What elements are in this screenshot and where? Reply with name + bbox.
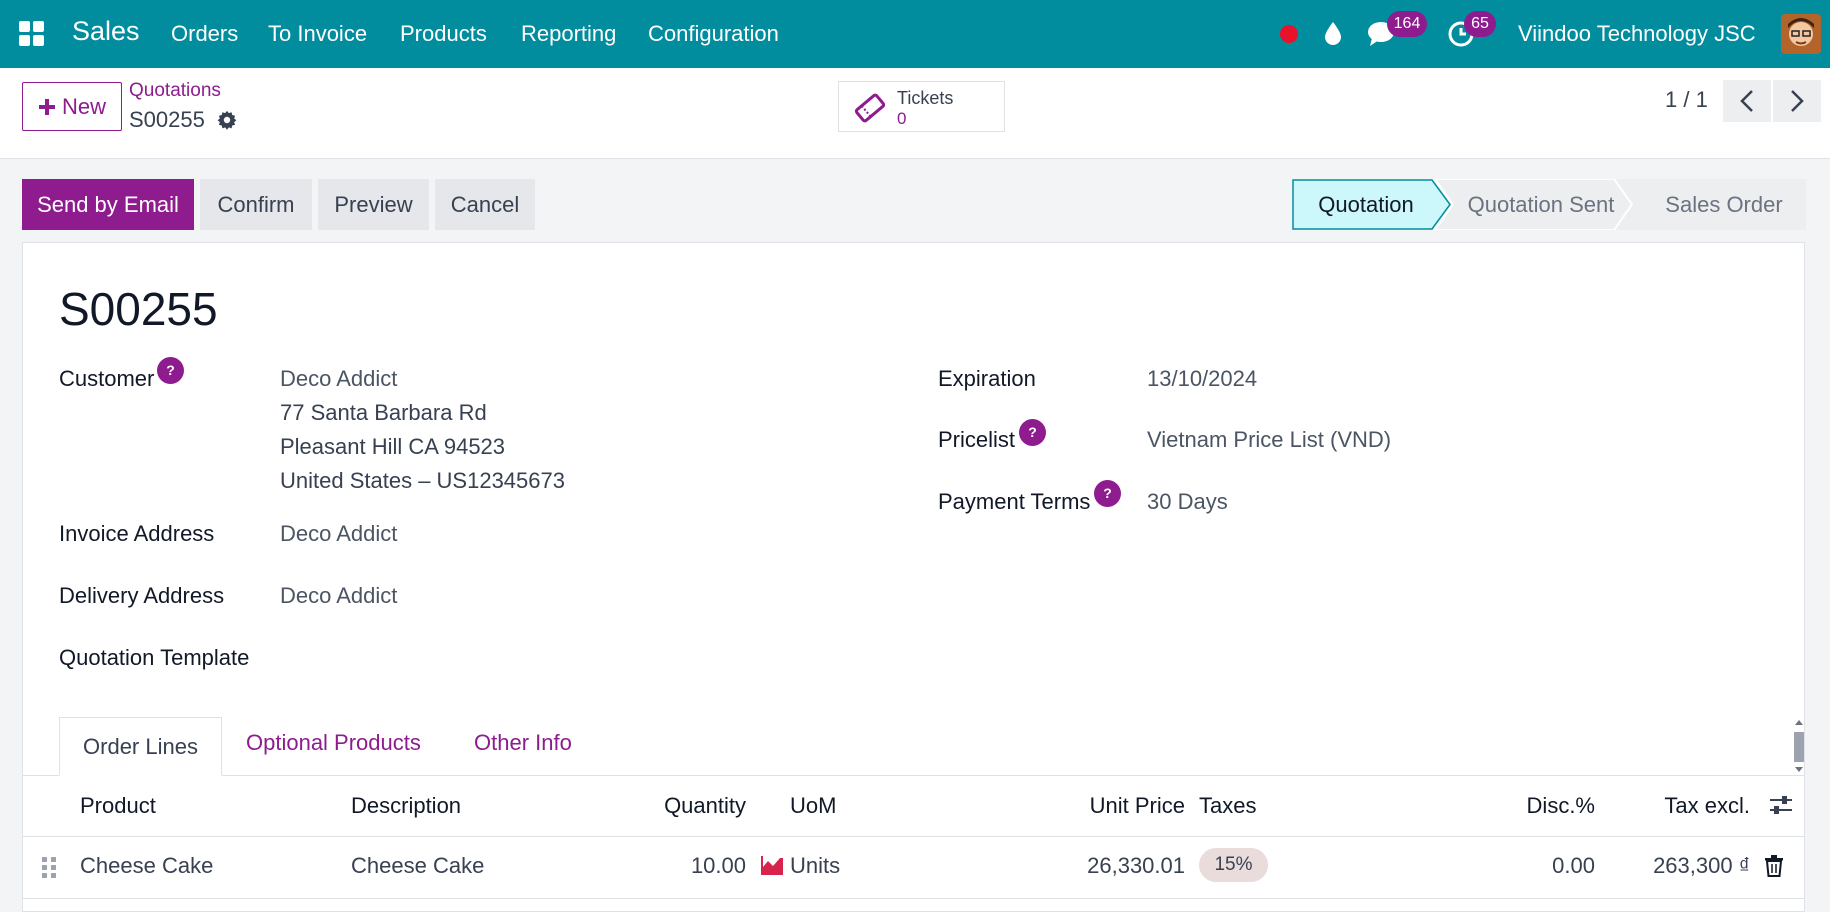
main-navbar: Sales Orders To Invoice Products Reporti… — [0, 0, 1830, 68]
tabs-divider — [22, 775, 1805, 776]
record-dot-icon[interactable] — [1278, 23, 1300, 45]
menu-to-invoice[interactable]: To Invoice — [268, 21, 367, 47]
cell-quantity[interactable]: 10.00 — [600, 853, 746, 879]
tab-other-info[interactable]: Other Info — [474, 730, 572, 756]
pricelist-help-icon[interactable]: ? — [1019, 419, 1046, 446]
breadcrumb-current: S00255 — [129, 107, 205, 132]
gear-icon[interactable] — [216, 109, 238, 131]
table-row-divider — [22, 898, 1805, 899]
trash-icon[interactable] — [1764, 855, 1784, 877]
cell-tax-excl: 263,300 ₫ — [1653, 853, 1750, 878]
cancel-button[interactable]: Cancel — [435, 179, 535, 230]
stage-quotation-label: Quotation — [1318, 192, 1413, 217]
quotation-template-label: Quotation Template — [59, 645, 250, 670]
breadcrumb-parent[interactable]: Quotations — [129, 80, 221, 102]
preview-button[interactable]: Preview — [318, 179, 429, 230]
drag-handle-icon[interactable] — [41, 856, 57, 878]
payment-terms-help-icon[interactable]: ? — [1094, 480, 1121, 507]
invoice-address-label: Invoice Address — [59, 521, 215, 546]
expiration-label: Expiration — [938, 366, 1036, 391]
tickets-smart-button[interactable]: Tickets 0 — [838, 81, 1005, 132]
apps-menu-icon[interactable] — [19, 21, 45, 47]
tax-badge[interactable]: 15% — [1199, 848, 1268, 882]
customer-help-icon[interactable]: ? — [157, 357, 184, 384]
table-header-divider — [22, 836, 1805, 837]
confirm-button[interactable]: Confirm — [200, 179, 312, 230]
new-button-label: New — [61, 93, 106, 119]
customer-city: Pleasant Hill CA 94523 — [280, 434, 506, 459]
ticket-icon — [854, 93, 886, 123]
pricelist-field[interactable]: Vietnam Price List (VND) — [1147, 427, 1391, 453]
status-bar: Quotation Quotation Sent Sales Order — [1292, 179, 1806, 230]
control-panel: New Quotations S00255 Tickets 0 1 / 1 — [0, 68, 1830, 159]
chevron-left-icon — [1740, 90, 1753, 112]
cell-uom[interactable]: Units — [790, 853, 840, 879]
customer-country: United States – US12345673 — [280, 468, 565, 493]
payment-terms-label: Payment Terms — [938, 489, 1091, 514]
cell-unit-price[interactable]: 26,330.01 — [1000, 853, 1185, 879]
col-product[interactable]: Product — [80, 793, 156, 819]
tickets-count: 0 — [897, 109, 907, 128]
quotation-template-field[interactable] — [280, 640, 840, 674]
customer-label: Customer — [59, 366, 155, 391]
app-name[interactable]: Sales — [72, 16, 140, 47]
tab-order-lines[interactable]: Order Lines — [59, 717, 222, 776]
messages-badge: 164 — [1387, 11, 1427, 37]
col-unit-price[interactable]: Unit Price — [1000, 793, 1185, 819]
expiration-field[interactable]: 13/10/2024 — [1147, 366, 1257, 392]
tickets-label: Tickets — [897, 88, 954, 108]
customer-street: 77 Santa Barbara Rd — [280, 400, 487, 425]
col-tax-excl[interactable]: Tax excl. — [1600, 793, 1750, 819]
col-uom[interactable]: UoM — [790, 793, 836, 819]
pager-next-button[interactable] — [1773, 80, 1821, 122]
record-name: S00255 — [59, 283, 218, 335]
col-description[interactable]: Description — [351, 793, 461, 819]
invoice-address-field[interactable]: Deco Addict — [280, 521, 397, 547]
pager-value[interactable]: 1 / 1 — [1665, 87, 1708, 113]
activities-badge: 65 — [1464, 11, 1496, 37]
cell-product[interactable]: Cheese Cake — [80, 853, 213, 879]
company-switcher[interactable]: Viindoo Technology JSC — [1518, 21, 1756, 47]
scrollbar[interactable] — [1793, 718, 1805, 774]
delivery-address-label: Delivery Address — [59, 583, 225, 608]
tab-optional-products[interactable]: Optional Products — [246, 730, 421, 756]
plus-icon — [38, 98, 55, 115]
pricelist-label: Pricelist — [938, 427, 1016, 452]
cell-description[interactable]: Cheese Cake — [351, 853, 484, 879]
col-taxes[interactable]: Taxes — [1199, 793, 1256, 819]
menu-products[interactable]: Products — [400, 21, 487, 47]
col-quantity[interactable]: Quantity — [600, 793, 746, 819]
pager-previous-button[interactable] — [1723, 80, 1771, 122]
col-discount[interactable]: Disc.% — [1450, 793, 1595, 819]
cell-discount[interactable]: 0.00 — [1450, 853, 1595, 879]
payment-terms-field[interactable]: 30 Days — [1147, 489, 1228, 515]
drop-icon[interactable] — [1322, 20, 1344, 46]
send-by-email-button[interactable]: Send by Email — [22, 179, 194, 230]
menu-reporting[interactable]: Reporting — [521, 21, 616, 47]
chevron-right-icon — [1791, 90, 1804, 112]
menu-orders[interactable]: Orders — [171, 21, 238, 47]
delivery-address-field[interactable]: Deco Addict — [280, 583, 397, 609]
new-button[interactable]: New — [22, 82, 122, 131]
optional-columns-icon[interactable] — [1768, 793, 1794, 817]
stage-sales-order-label: Sales Order — [1665, 192, 1782, 217]
user-avatar[interactable] — [1781, 14, 1821, 54]
forecast-chart-icon[interactable] — [760, 854, 784, 876]
customer-name[interactable]: Deco Addict — [280, 366, 397, 392]
menu-configuration[interactable]: Configuration — [648, 21, 779, 47]
stage-quotation-sent-label: Quotation Sent — [1468, 192, 1615, 217]
